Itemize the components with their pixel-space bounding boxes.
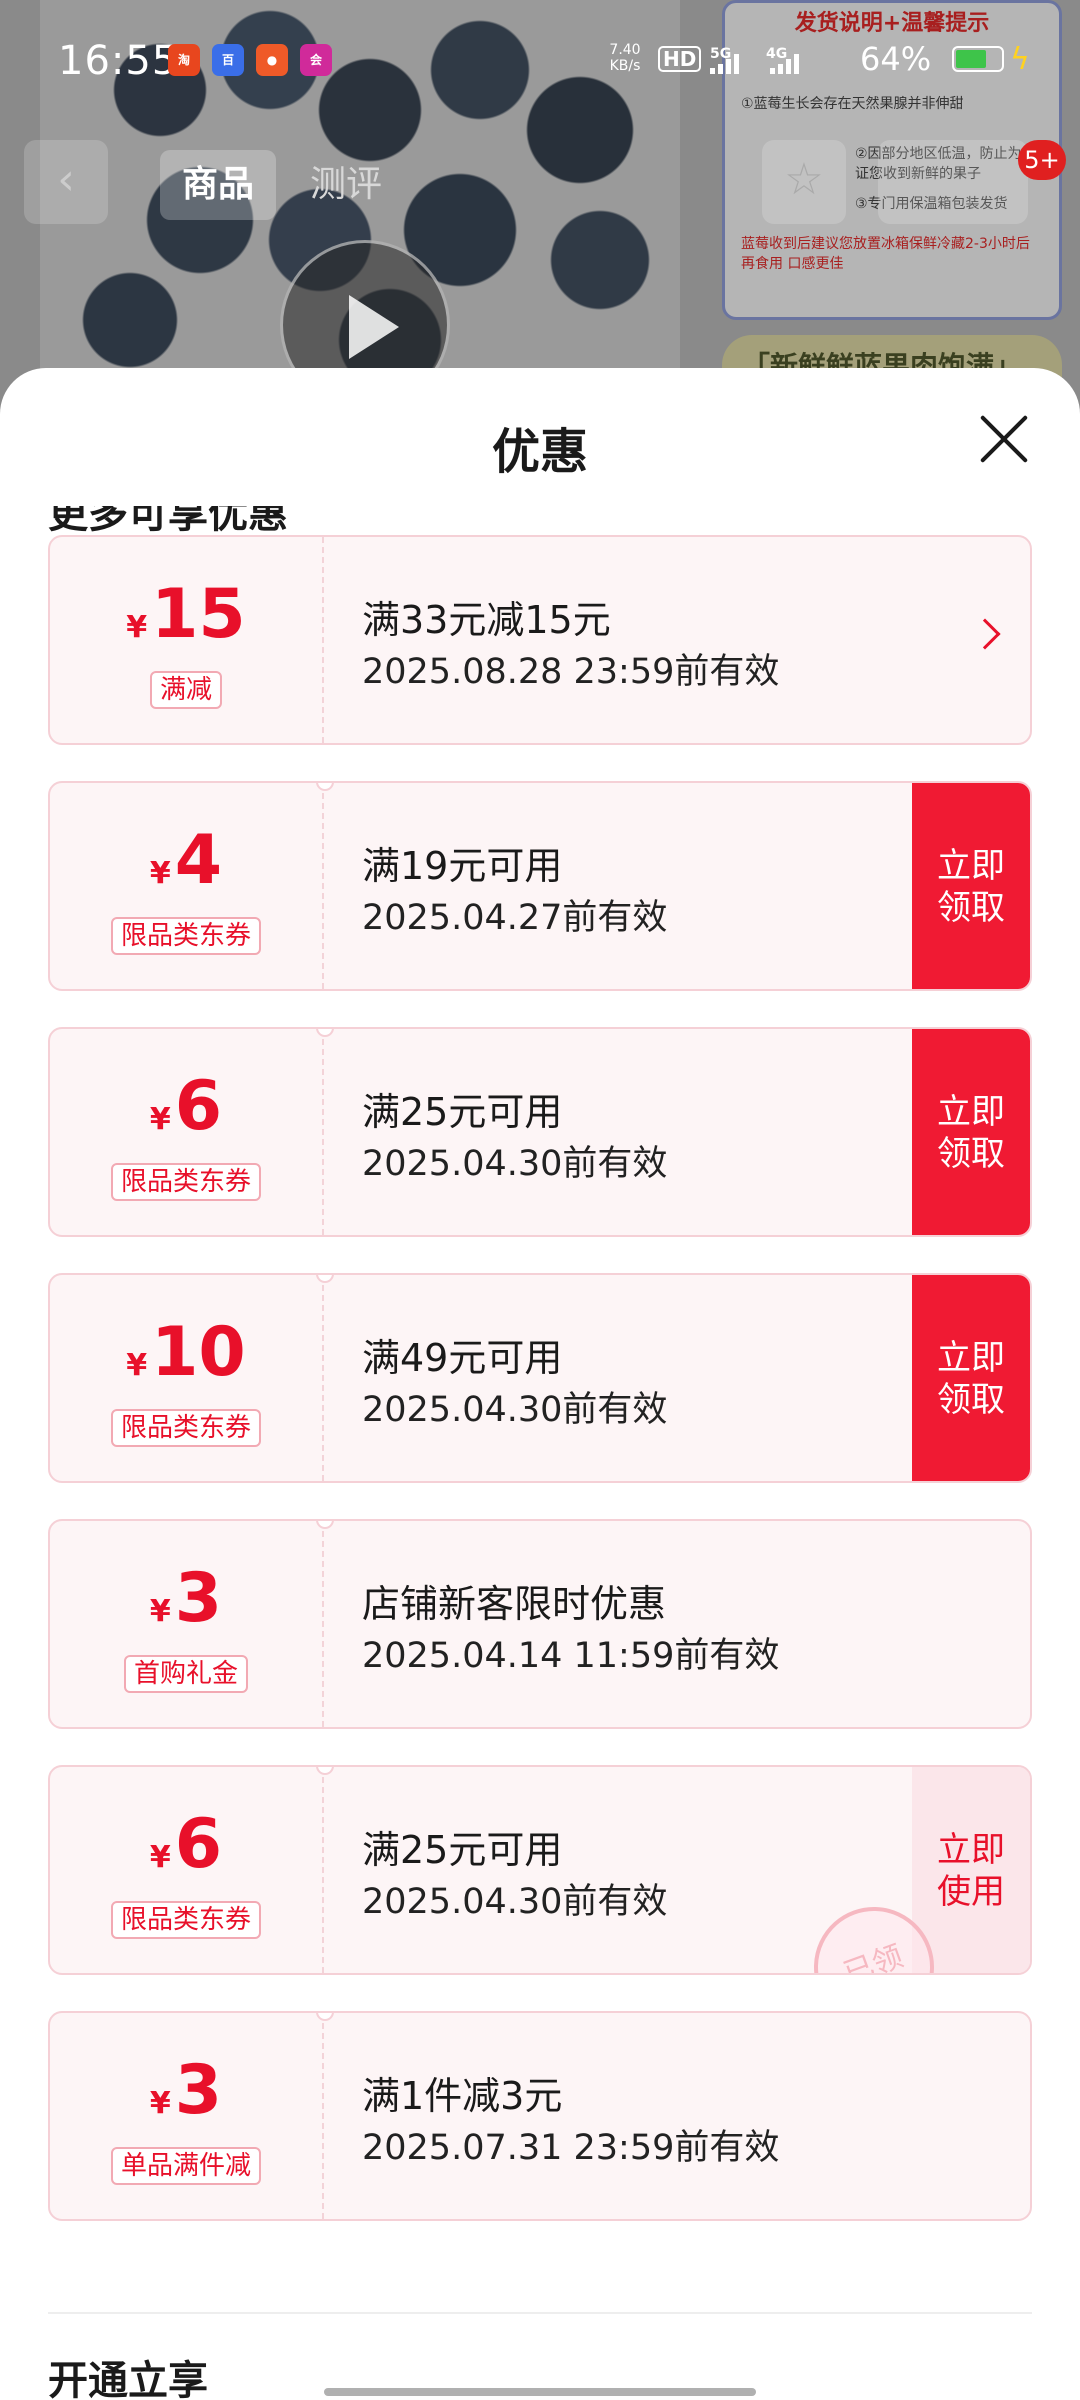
coupon-amount: ¥3: [50, 2057, 322, 2125]
signal-bars-icon: [710, 52, 746, 74]
coupon-amount: ¥6: [50, 1073, 322, 1141]
coupon-condition: 满25元可用: [362, 1090, 563, 1134]
coupon-card[interactable]: ¥6 限品类东券 满25元可用 2025.04.30前有效 立即 领取: [48, 1027, 1032, 1237]
claim-now-button[interactable]: 立即 领取: [912, 1275, 1030, 1481]
yen-symbol: ¥: [149, 1594, 171, 1629]
baidu-icon: 百: [212, 44, 244, 76]
coupon-type-tag: 满减: [149, 671, 223, 709]
sheet-title: 优惠: [491, 424, 588, 480]
vip-app-icon: 会: [300, 44, 332, 76]
yen-symbol: ¥: [149, 1102, 171, 1137]
coupon-card[interactable]: ¥3 首购礼金 店铺新客限时优惠 2025.04.14 11:59前有效: [48, 1519, 1032, 1729]
close-icon[interactable]: [968, 404, 1040, 476]
coupon-type-tag: 单品满件减: [110, 2147, 262, 2185]
coupon-amount-value: 4: [174, 821, 223, 900]
coupon-validity: 2025.04.30前有效: [362, 1144, 668, 1184]
network-speed: 7.40 KB/s: [609, 42, 641, 74]
yen-symbol: ¥: [126, 1348, 148, 1383]
coupon-validity: 2025.07.31 23:59前有效: [362, 2128, 780, 2168]
coupon-value-panel: ¥6 限品类东券: [50, 1767, 324, 1973]
coupon-value-panel: ¥4 限品类东券: [50, 783, 324, 989]
back-button[interactable]: ‹: [24, 140, 108, 224]
coupon-condition: 满49元可用: [362, 1336, 563, 1380]
claim-now-button[interactable]: 立即 领取: [912, 1029, 1030, 1235]
coupon-validity: 2025.04.14 11:59前有效: [362, 1636, 780, 1676]
coupon-card[interactable]: ¥3 单品满件减 满1件减3元 2025.07.31 23:59前有效: [48, 2011, 1032, 2221]
tab-product[interactable]: 商品: [160, 150, 276, 220]
coupon-validity: 2025.04.27前有效: [362, 898, 668, 938]
coupon-validity: 2025.08.28 23:59前有效: [362, 652, 780, 692]
coupon-amount: ¥10: [50, 1319, 322, 1387]
yen-symbol: ¥: [149, 856, 171, 891]
signal-bars-icon: [770, 52, 806, 74]
coupon-card[interactable]: ¥10 限品类东券 满49元可用 2025.04.30前有效 立即 领取: [48, 1273, 1032, 1483]
coupon-type-tag: 限品类东券: [110, 917, 262, 955]
coupon-amount: ¥4: [50, 827, 322, 895]
coupon-type-tag: 限品类东券: [110, 1901, 262, 1939]
coupon-amount: ¥3: [50, 1565, 322, 1633]
coupon-condition: 满33元减15元: [362, 598, 611, 642]
coupon-card[interactable]: ¥4 限品类东券 满19元可用 2025.04.27前有效 立即 领取: [48, 781, 1032, 991]
membership-section-heading: 开通立享: [48, 2358, 208, 2400]
shipping-info-line: 蓝莓收到后建议您放置冰箱保鲜冷藏2-3小时后再食用 口感更佳: [741, 236, 1030, 272]
status-indicators: 7.40 KB/s HD 5G 4G 64% ϟ: [560, 40, 1080, 80]
yen-symbol: ¥: [149, 1840, 171, 1875]
coupon-validity: 2025.04.30前有效: [362, 1390, 668, 1430]
discount-sheet: 优惠 更多可享优惠 ¥15 满减 满33元减15元 2025.08.28 23:59前…: [0, 368, 1080, 2400]
coupon-amount-value: 15: [151, 575, 246, 654]
coupon-type-tag: 限品类东券: [110, 1163, 262, 1201]
chevron-right-icon[interactable]: [969, 618, 1001, 650]
coupon-amount-value: 6: [174, 1805, 223, 1884]
coupon-type-tag: 限品类东券: [110, 1409, 262, 1447]
cart-count-badge: 5+: [1018, 140, 1066, 180]
app-notification-icon: ●: [256, 44, 288, 76]
coupon-amount: ¥15: [50, 581, 322, 649]
claim-now-button[interactable]: 立即 领取: [912, 783, 1030, 989]
coupon-condition: 满25元可用: [362, 1828, 563, 1872]
more-menu-button[interactable]: [878, 140, 1028, 224]
coupon-condition: 满1件减3元: [362, 2074, 563, 2118]
coupon-amount-value: 10: [151, 1313, 246, 1392]
battery-icon: [952, 46, 1004, 72]
home-indicator[interactable]: [324, 2388, 756, 2396]
coupon-amount-value: 3: [174, 2051, 223, 2130]
coupon-condition: 店铺新客限时优惠: [362, 1582, 667, 1626]
coupon-amount-value: 3: [174, 1559, 223, 1638]
coupon-amount-value: 6: [174, 1067, 223, 1146]
coupon-value-panel: ¥6 限品类东券: [50, 1029, 324, 1235]
charging-icon: ϟ: [1010, 42, 1030, 77]
divider: [48, 2312, 1032, 2314]
coupon-amount: ¥6: [50, 1811, 322, 1879]
coupon-value-panel: ¥3 单品满件减: [50, 2013, 324, 2219]
coupon-value-panel: ¥3 首购礼金: [50, 1521, 324, 1727]
hd-icon: HD: [658, 46, 702, 72]
tab-review[interactable]: 测评: [288, 150, 404, 220]
battery-percent: 64%: [860, 40, 932, 78]
status-time: 16:55: [58, 38, 179, 84]
status-bar: 16:55 淘 百 ● 会 7.40 KB/s HD 5G 4G 64% ϟ: [0, 0, 1080, 125]
yen-symbol: ¥: [149, 2086, 171, 2121]
coupon-value-panel: ¥15 满减: [50, 537, 324, 743]
coupon-value-panel: ¥10 限品类东券: [50, 1275, 324, 1481]
coupon-type-tag: 首购礼金: [123, 1655, 249, 1693]
coupon-card[interactable]: ¥15 满减 满33元减15元 2025.08.28 23:59前有效: [48, 535, 1032, 745]
coupon-card[interactable]: ¥6 限品类东券 满25元可用 2025.04.30前有效 立即 使用 已领: [48, 1765, 1032, 1975]
favorite-star-icon[interactable]: ☆: [762, 140, 846, 224]
coupon-condition: 满19元可用: [362, 844, 563, 888]
coupon-validity: 2025.04.30前有效: [362, 1882, 668, 1922]
yen-symbol: ¥: [126, 610, 148, 645]
use-now-button[interactable]: 立即 使用: [912, 1767, 1030, 1973]
taobao-icon: 淘: [168, 44, 200, 76]
